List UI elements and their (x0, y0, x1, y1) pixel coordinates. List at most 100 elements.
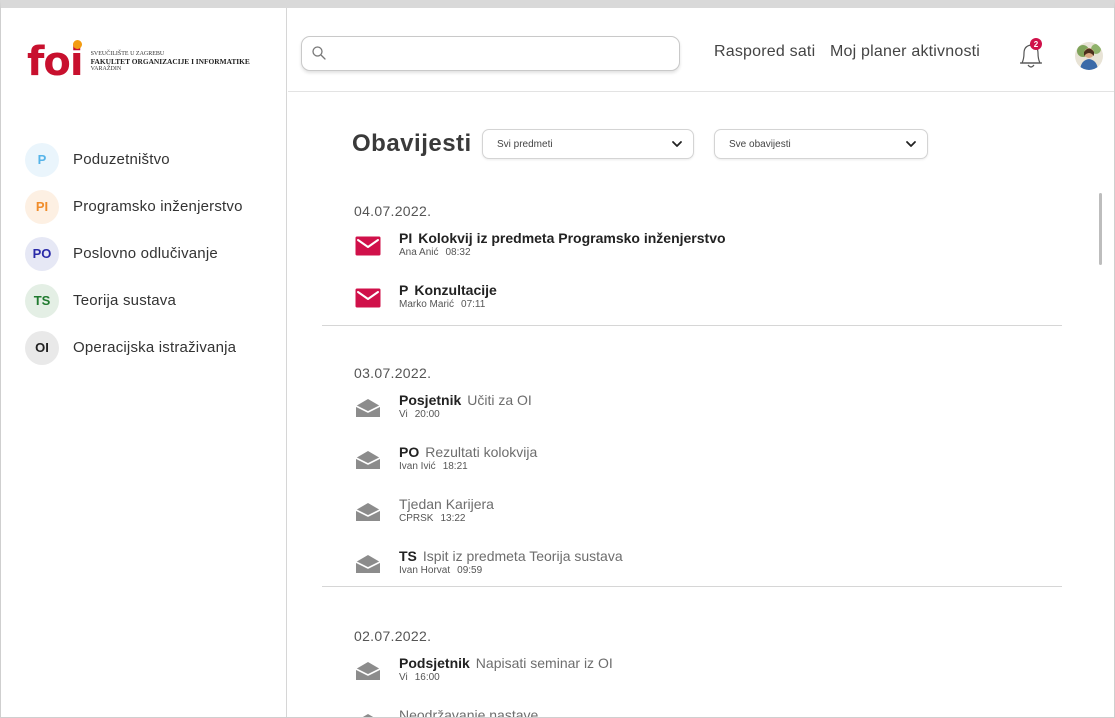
notification-author: Ivan Ivić (399, 461, 436, 472)
notification-meta: Marko Marić 07:11 (399, 299, 485, 310)
course-label: Poslovno odlučivanje (73, 245, 218, 262)
section-divider (322, 325, 1062, 326)
notification-subject: Tjedan Karijera (399, 496, 494, 512)
envelope-open-icon (355, 661, 381, 681)
envelope-closed-icon (355, 236, 381, 256)
notification-time: 07:11 (461, 299, 486, 310)
notification-title: Tjedan Karijera (399, 496, 494, 512)
course-label: Operacijska istraživanja (73, 339, 237, 356)
notification-count-badge: 2 (1030, 38, 1042, 50)
notification-author: CPRSK (399, 513, 434, 524)
notification-meta: Vi 20:00 (399, 409, 440, 420)
notification-meta: Vi 16:00 (399, 672, 440, 683)
type-filter-select[interactable]: Sve obavijesti (714, 129, 928, 159)
activity-planner-link[interactable]: Moj planer aktivnosti (830, 43, 980, 61)
scrollbar-thumb[interactable] (1099, 193, 1102, 265)
course-badge: PO (25, 236, 59, 271)
notification-time: 20:00 (414, 409, 440, 420)
sidebar-course-item[interactable]: PO Poslovno odlučivanje (25, 230, 243, 277)
type-filter-value: Sve obavijesti (729, 138, 791, 150)
notification-time: 16:00 (414, 672, 440, 683)
envelope-open-icon (355, 450, 381, 470)
subject-filter-value: Svi predmeti (497, 138, 553, 150)
notification-subject: Konzultacije (414, 282, 497, 298)
sidebar: foi SVEUČILIŠTE U ZAGREBU FAKULTET ORGAN… (1, 8, 287, 717)
sidebar-course-item[interactable]: OI Operacijska istraživanja (25, 324, 243, 371)
search-box[interactable] (301, 36, 680, 71)
notification-meta: Ivan Ivić 18:21 (399, 461, 468, 472)
envelope-open-icon (355, 554, 381, 574)
sidebar-course-item[interactable]: TS Teorija sustava (25, 277, 243, 324)
envelope-closed-icon (355, 288, 381, 308)
notification-course-code: TS (399, 548, 417, 564)
date-heading: 04.07.2022. (354, 203, 432, 219)
course-label: Programsko inženjerstvo (73, 198, 243, 215)
course-badge: PI (25, 189, 59, 224)
notification-title: Podsjetnik Napisati seminar iz OI (399, 655, 613, 671)
course-badge: P (25, 142, 59, 177)
notification-time: 13:22 (440, 513, 466, 524)
date-heading: 03.07.2022. (354, 365, 432, 381)
sidebar-course-item[interactable]: PI Programsko inženjerstvo (25, 183, 243, 230)
date-heading: 02.07.2022. (354, 628, 432, 644)
logo-line-2: FAKULTET ORGANIZACIJE I INFORMATIKE (90, 57, 250, 67)
avatar-image (1075, 42, 1103, 70)
notification-time: 18:21 (442, 461, 468, 472)
notification-title: PI Kolokvij iz predmeta Programsko inženj… (399, 230, 726, 246)
notification-item[interactable]: Tjedan Karijera CPRSK 13:22 (355, 496, 955, 536)
avatar[interactable] (1075, 42, 1103, 70)
notification-item[interactable]: Podsjetnik Napisati seminar iz OI Vi 16:00 (355, 655, 955, 695)
notification-author: Vi (399, 672, 408, 683)
course-badge: OI (25, 330, 59, 365)
notification-meta: CPRSK 13:22 (399, 513, 465, 524)
notification-title: Neodržavanje nastave (399, 707, 539, 718)
notification-subject: Ispit iz predmeta Teorija sustava (422, 548, 623, 564)
notification-time: 09:59 (457, 565, 483, 576)
notification-subject: Učiti za OI (467, 392, 532, 408)
notification-item[interactable]: TS Ispit iz predmeta Teorija sustava Ivan … (355, 548, 955, 588)
course-badge: TS (25, 283, 59, 318)
notification-title: PO Rezultati kolokvija (399, 444, 537, 460)
schedule-link[interactable]: Raspored sati (714, 43, 815, 61)
notification-title: Posjetnik Učiti za OI (399, 392, 532, 408)
notification-title: P Konzultacije (399, 282, 497, 298)
course-label: Poduzetništvo (73, 151, 170, 168)
chevron-down-icon (672, 141, 682, 147)
notification-author: Ivan Horvat (399, 565, 451, 576)
top-bar: Raspored sati Moj planer aktivnosti 2 (288, 8, 1114, 92)
notification-meta: Ivan Horvat 09:59 (399, 565, 482, 576)
logo-text: SVEUČILIŠTE U ZAGREBU FAKULTET ORGANIZAC… (91, 51, 250, 74)
notification-author: Marko Marić (399, 299, 455, 310)
notification-item[interactable]: Posjetnik Učiti za OI Vi 20:00 (355, 392, 955, 432)
app-frame: foi SVEUČILIŠTE U ZAGREBU FAKULTET ORGAN… (0, 0, 1115, 718)
notification-course-code: Posjetnik (399, 392, 462, 408)
subject-filter-select[interactable]: Svi predmeti (482, 129, 694, 159)
notification-item[interactable]: PO Rezultati kolokvija Ivan Ivić 18:21 (355, 444, 955, 484)
notification-author: Vi (399, 409, 408, 420)
notification-time: 08:32 (445, 247, 471, 258)
foi-logo[interactable]: foi SVEUČILIŠTE U ZAGREBU FAKULTET ORGAN… (27, 40, 250, 82)
notification-item[interactable]: Neodržavanje nastaveReferada11:01 (355, 707, 955, 718)
course-label: Teorija sustava (73, 292, 177, 309)
notification-subject: Napisati seminar iz OI (475, 655, 613, 671)
logo-line-3: VARAŽDIN (90, 65, 122, 72)
course-list: P Poduzetništvo PI Programsko inženjerstvo P… (25, 136, 243, 371)
notification-course-code: Podsjetnik (399, 655, 470, 671)
notification-course-code: PI (399, 230, 413, 246)
notifications-panel: Obavijesti Svi predmeti Sve obavijesti 0… (288, 93, 1114, 718)
notification-subject: Neodržavanje nastave (399, 707, 539, 718)
envelope-open-icon (355, 502, 381, 522)
notifications-button[interactable]: 2 (1016, 38, 1046, 72)
notification-course-code: PO (399, 444, 420, 460)
search-input[interactable] (332, 37, 672, 70)
chevron-down-icon (906, 141, 916, 147)
notification-item[interactable]: P Konzultacije Marko Marić 07:11 (355, 282, 955, 322)
section-divider (322, 586, 1062, 587)
notification-course-code: P (399, 282, 409, 298)
notification-subject: Kolokvij iz predmeta Programsko inženjer… (418, 230, 726, 246)
logo-mark: foi (27, 40, 84, 82)
notification-item[interactable]: PI Kolokvij iz predmeta Programsko inženj… (355, 230, 955, 270)
notification-title: TS Ispit iz predmeta Teorija sustava (399, 548, 623, 564)
envelope-open-icon (355, 713, 381, 717)
sidebar-course-item[interactable]: P Poduzetništvo (25, 136, 243, 183)
